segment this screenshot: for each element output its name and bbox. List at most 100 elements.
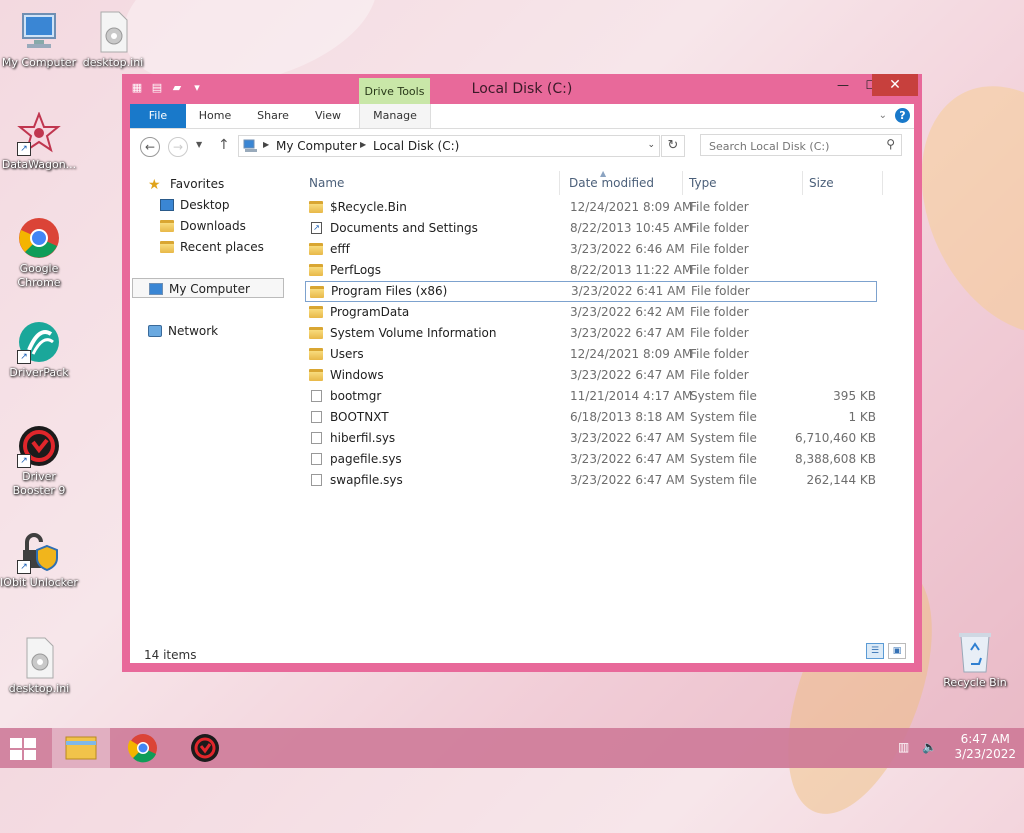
file-row[interactable]: swapfile.sys 3/23/2022 6:47 AM System file…	[305, 470, 877, 491]
desktop-icon-my-computer[interactable]: My Computer	[0, 10, 78, 70]
file-type: File folder	[690, 368, 749, 382]
content-area: ★ Favorites Desktop Downloads Recent plac…	[130, 165, 914, 663]
taskbar-file-explorer[interactable]	[52, 728, 110, 768]
desktop-icon-datawagon[interactable]: ↗ DataWagon...	[0, 111, 78, 172]
file-row[interactable]: PerfLogs 8/22/2013 11:22 AM File folder	[305, 260, 877, 281]
desktop-icon-label: DriverPack	[9, 366, 69, 379]
desktop-icon-iobit-unlocker[interactable]: ↗ IObit Unlocker	[0, 530, 78, 590]
taskbar: ▥ 🔈 6:47 AM 3/23/2022	[0, 728, 1024, 768]
address-bar[interactable]: ▶ My Computer ▶ Local Disk (C:) ⌄	[238, 135, 660, 157]
nav-downloads[interactable]: Downloads	[160, 216, 246, 236]
file-row[interactable]: BOOTNXT 6/18/2013 8:18 AM System file 1 KB	[305, 407, 877, 428]
breadcrumb-separator-icon[interactable]: ▶	[263, 140, 269, 149]
search-icon[interactable]: ⚲	[886, 137, 895, 151]
desktop-icon-google-chrome[interactable]: Google Chrome	[0, 216, 78, 290]
network-icon	[148, 325, 162, 337]
file-type: File folder	[690, 242, 749, 256]
breadcrumb-separator-icon[interactable]: ▶	[360, 140, 366, 149]
volume-muted-icon[interactable]: 🔈	[922, 740, 938, 754]
file-row[interactable]: System Volume Information 3/23/2022 6:47 …	[305, 323, 877, 344]
shortcut-arrow-icon: ↗	[17, 350, 31, 364]
address-dropdown-chevron-icon[interactable]: ⌄	[647, 140, 655, 150]
search-box[interactable]: ⚲	[700, 134, 902, 156]
file-size: 8,388,608 KB	[795, 452, 876, 466]
nav-recent-places[interactable]: Recent places	[160, 237, 264, 257]
file-type: System file	[690, 410, 757, 424]
column-header-type[interactable]: Type	[685, 171, 803, 195]
clock[interactable]: 6:47 AM 3/23/2022	[954, 732, 1016, 762]
nav-network[interactable]: Network	[148, 321, 218, 341]
large-icons-view-icon[interactable]: ▣	[888, 643, 906, 659]
breadcrumb-my-computer[interactable]: My Computer	[276, 139, 357, 153]
details-view-icon[interactable]: ☰	[866, 643, 884, 659]
taskbar-driver-booster[interactable]	[176, 728, 234, 768]
file-type: System file	[690, 473, 757, 487]
file-row[interactable]: hiberfil.sys 3/23/2022 6:47 AM System file…	[305, 428, 877, 449]
desktop-icon-recycle-bin[interactable]: Recycle Bin	[936, 630, 1014, 690]
column-header-name[interactable]: Name	[305, 171, 560, 195]
start-button[interactable]	[10, 738, 38, 760]
desktop-icon-label: desktop.ini	[8, 682, 70, 695]
file-name: $Recycle.Bin	[330, 200, 407, 214]
nav-label: Favorites	[170, 177, 225, 191]
search-input[interactable]	[707, 136, 881, 156]
file-date-modified: 3/23/2022 6:47 AM	[570, 326, 685, 340]
downloads-folder-icon	[160, 220, 174, 232]
desktop-icon-desktop-ini[interactable]: desktop.ini	[0, 636, 78, 696]
file-row[interactable]: bootmgr 11/21/2014 4:17 AM System file 395 …	[305, 386, 877, 407]
network-tray-icon[interactable]: ▥	[898, 740, 914, 754]
column-header-date-modified[interactable]: Date modified	[565, 171, 683, 195]
desktop-icon-label: Driver Booster 9	[12, 470, 66, 497]
desktop-icon-driverpack[interactable]: ↗ DriverPack	[0, 320, 78, 380]
desktop-icon-driver-booster[interactable]: ↗ Driver Booster 9	[0, 424, 78, 498]
desktop-icon-desktop-ini[interactable]: desktop.ini	[74, 10, 152, 70]
recent-locations-chevron-icon[interactable]: ▼	[196, 140, 202, 149]
file-size: 395 KB	[833, 389, 876, 403]
desktop-icon-label: Google Chrome	[17, 262, 61, 289]
file-type: File folder	[690, 263, 749, 277]
file-type: File folder	[690, 347, 749, 361]
breadcrumb-local-disk[interactable]: Local Disk (C:)	[373, 139, 459, 153]
file-name: Windows	[330, 368, 384, 382]
ribbon-right-controls: ⌄ ?	[879, 108, 910, 123]
tab-view[interactable]: View	[308, 104, 348, 128]
minimize-button[interactable]: —	[829, 74, 857, 96]
file-name: efff	[330, 242, 350, 256]
column-header-size[interactable]: Size	[805, 171, 883, 195]
forward-button[interactable]: →	[168, 137, 188, 157]
shortcut-arrow-icon: ↗	[17, 454, 31, 468]
file-row[interactable]: $Recycle.Bin 12/24/2021 8:09 AM File folde…	[305, 197, 877, 218]
file-name: pagefile.sys	[330, 452, 402, 466]
clock-date: 3/23/2022	[954, 747, 1016, 761]
help-icon[interactable]: ?	[895, 108, 910, 123]
file-type: File folder	[690, 221, 749, 235]
back-button[interactable]: ←	[140, 137, 160, 157]
file-row[interactable]: Program Files (x86) 3/23/2022 6:41 AM File…	[305, 281, 877, 302]
title-bar[interactable]: ▦ ▤ ▰ ▾ Drive Tools Local Disk (C:) — ☐ …	[122, 74, 922, 104]
nav-favorites[interactable]: ★ Favorites	[148, 174, 224, 194]
file-row[interactable]: ↗ Documents and Settings 8/22/2013 10:45 A…	[305, 218, 877, 239]
nav-label: Network	[168, 324, 219, 338]
file-row[interactable]: efff 3/23/2022 6:46 AM File folder	[305, 239, 877, 260]
tab-share[interactable]: Share	[248, 104, 298, 128]
tab-home[interactable]: Home	[192, 104, 238, 128]
file-date-modified: 3/23/2022 6:47 AM	[570, 431, 685, 445]
nav-label: My Computer	[169, 282, 250, 296]
tab-file[interactable]: File	[130, 104, 186, 128]
file-row[interactable]: pagefile.sys 3/23/2022 6:47 AM System file…	[305, 449, 877, 470]
file-type: System file	[690, 389, 757, 403]
file-row[interactable]: Users 12/24/2021 8:09 AM File folder	[305, 344, 877, 365]
close-button[interactable]: ✕	[872, 74, 918, 96]
nav-my-computer[interactable]: My Computer	[132, 278, 284, 298]
refresh-button[interactable]: ↻	[661, 135, 685, 157]
nav-desktop[interactable]: Desktop	[160, 195, 230, 215]
up-button[interactable]: ↑	[218, 137, 230, 153]
file-row[interactable]: ProgramData 3/23/2022 6:42 AM File folder	[305, 302, 877, 323]
taskbar-chrome[interactable]	[114, 728, 172, 768]
file-date-modified: 11/21/2014 4:17 AM	[570, 389, 693, 403]
file-row[interactable]: Windows 3/23/2022 6:47 AM File folder	[305, 365, 877, 386]
folder-icon	[310, 286, 324, 298]
expand-ribbon-chevron-icon[interactable]: ⌄	[879, 110, 887, 121]
file-size: 1 KB	[848, 410, 876, 424]
tab-manage[interactable]: Manage	[359, 104, 431, 128]
